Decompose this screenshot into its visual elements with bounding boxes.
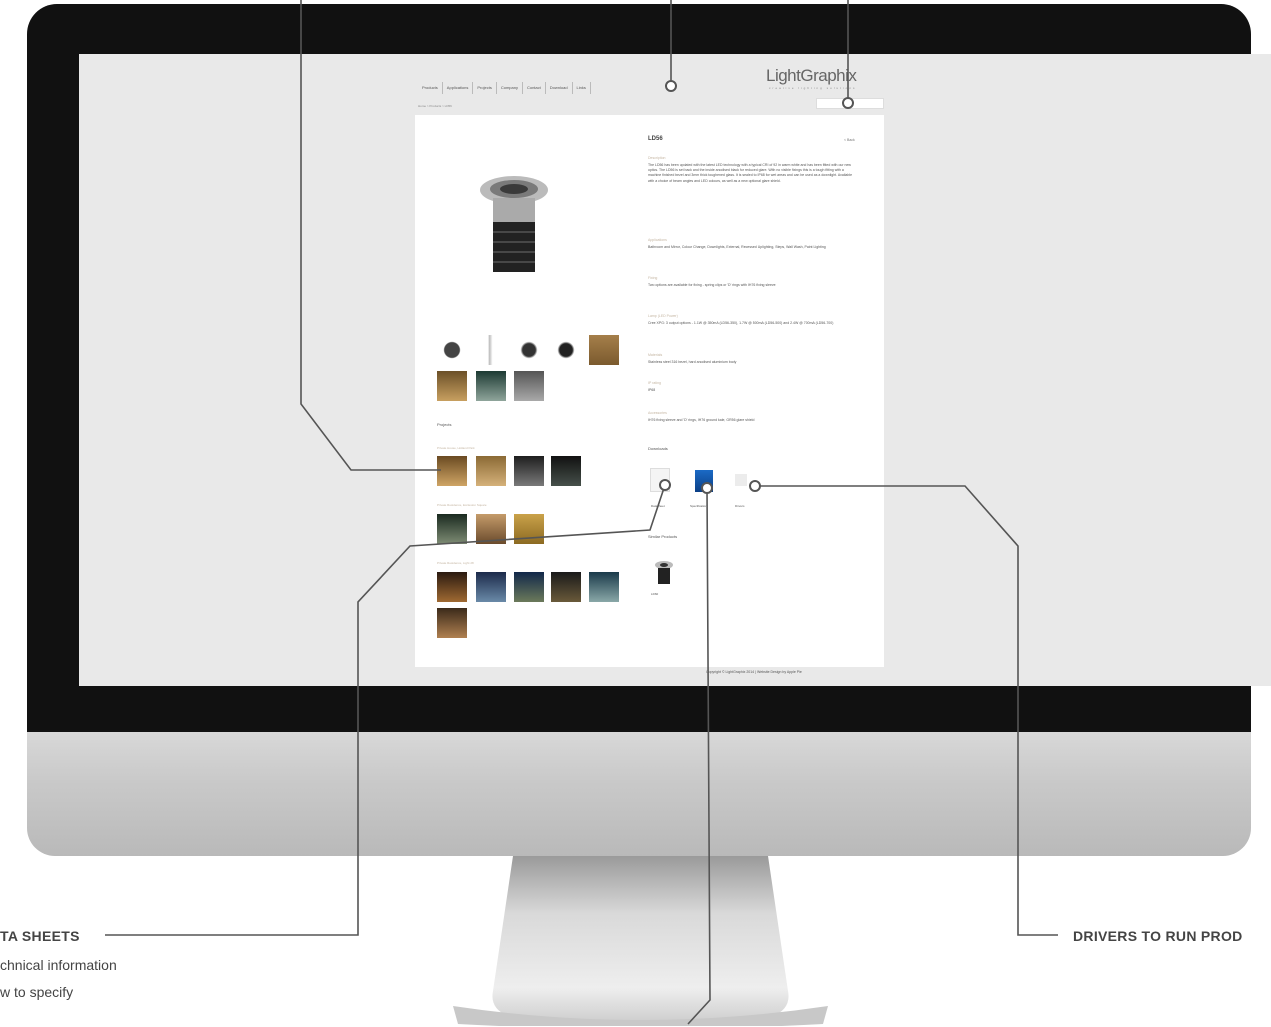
site-nav: Products Applications Projects Company C… [418,82,591,94]
project-thumb[interactable] [514,514,544,544]
specification-link[interactable]: Specification [690,504,707,508]
downloads-heading: Downloads [648,446,668,451]
datasheet-icon[interactable] [650,468,670,492]
footer-copyright: Copyright © LightGraphix 2014 | Website … [706,670,802,674]
project-thumb[interactable] [514,456,544,486]
project-thumb[interactable] [476,572,506,602]
nav-projects[interactable]: Projects [473,82,497,94]
similar-product-image[interactable] [653,560,675,586]
breadcrumb: Home > Products > LD56 [418,104,452,108]
section-heading: Description [648,156,666,160]
project-thumb[interactable] [437,514,467,544]
section-heading: Applications [648,238,667,242]
nav-products[interactable]: Products [418,82,443,94]
monitor-chin [27,732,1251,856]
nav-contact[interactable]: Contact [523,82,546,94]
project-title[interactable]: Private Residence, Eccleston Square [437,503,487,507]
datasheet-link[interactable]: Datasheet [651,504,665,508]
project-thumb[interactable] [514,572,544,602]
monitor-stand [453,856,828,1026]
project-thumb[interactable] [476,514,506,544]
search-input[interactable] [816,98,884,109]
nav-download[interactable]: Download [546,82,573,94]
drivers-callout-title: DRIVERS TO RUN PROD [1073,928,1243,944]
product-thumb[interactable] [514,371,544,401]
project-thumb[interactable] [437,456,467,486]
product-thumb[interactable] [437,371,467,401]
section-heading: Materials [648,353,663,357]
project-thumb[interactable] [437,572,467,602]
back-link[interactable]: < Back [844,138,855,142]
section-text: Cree XPG: 3 output options - 1.1W @ 350m… [648,321,834,325]
nav-applications[interactable]: Applications [443,82,474,94]
project-thumb[interactable] [551,456,581,486]
section-heading: Fixing [648,276,658,280]
project-thumb[interactable] [551,572,581,602]
project-thumb[interactable] [437,608,467,638]
section-heading: Lamp (LED Power) [648,314,678,318]
similar-product-label[interactable]: LD60 [651,592,658,596]
data-sheets-callout-line1: chnical information [0,957,117,973]
similar-products-heading: Similar Products [648,534,678,539]
section-heading: IP rating [648,381,661,385]
section-heading: Accessories [648,411,667,415]
data-sheets-callout-title: TA SHEETS [0,928,80,944]
projects-heading: Projects [437,422,452,427]
product-thumb[interactable] [551,335,581,365]
section-text: IP68 [648,388,656,392]
drivers-link[interactable]: Drivers [735,504,745,508]
product-title: LD56 [648,136,663,142]
section-text: The LD56 has been updated with the lates… [648,163,853,183]
project-thumb[interactable] [589,572,619,602]
project-title[interactable]: Private House, Holland Park [437,446,475,450]
section-text: Bathroom and Mirror, Colour Change, Down… [648,245,826,249]
site-logo[interactable]: LightGraphix [766,66,857,86]
section-text: Two options are available for fixing - s… [648,283,776,287]
nav-company[interactable]: Company [497,82,523,94]
data-sheets-callout-line2: w to specify [0,984,74,1000]
logo-tagline: creative lighting solutions [769,86,857,90]
product-image [480,176,548,272]
product-thumb[interactable] [589,335,619,365]
nav-links[interactable]: Links [573,82,591,94]
section-text: IH76 fixing sleeve and 'D' rings, IH76 g… [648,418,755,422]
product-thumb[interactable] [437,335,467,365]
product-thumb[interactable] [476,371,506,401]
project-thumb[interactable] [476,456,506,486]
drivers-icon[interactable] [735,474,747,486]
project-title[interactable]: Private Residence, Light 28 [437,561,474,565]
product-thumb[interactable] [514,335,544,365]
section-text: Stainless steel 316 bezel, hard anodised… [648,360,737,364]
specification-icon[interactable] [695,470,713,492]
product-thumb[interactable] [476,335,506,365]
